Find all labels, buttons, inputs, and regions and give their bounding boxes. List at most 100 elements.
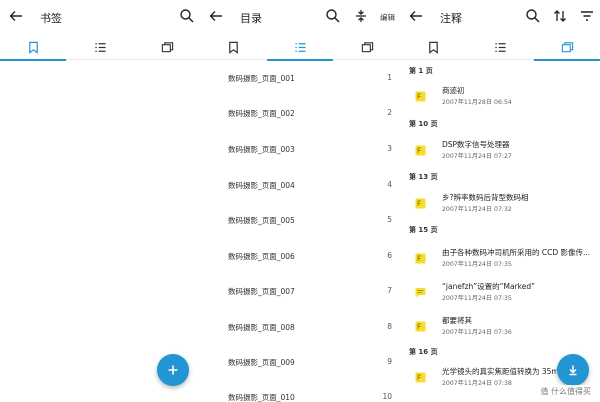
annotation-date: 2007年11月24日 07:27 (442, 153, 512, 160)
tab-bookmarks[interactable] (200, 34, 266, 60)
highlight-icon (415, 145, 426, 156)
toc-item-page: 7 (387, 286, 392, 295)
plus-icon (168, 365, 178, 375)
toc-item-label: 数码摄影_页面_009 (228, 358, 295, 367)
search-icon[interactable] (525, 8, 541, 24)
toc-item[interactable]: 数码摄影_页面_002 2 (228, 105, 392, 121)
bookmark-icon (228, 41, 238, 54)
add-bookmark-button[interactable] (157, 354, 189, 386)
bookmarks-panel: 书签 (0, 0, 200, 402)
annotation-text: 由子各种数码冲司机所采用的 CCD 影像传... (442, 248, 591, 257)
edit-button[interactable]: 编辑 (380, 12, 395, 23)
annotation-date: 2007年11月24日 07:32 (442, 206, 512, 213)
toc-panel: 目录 编辑 数码摄影_页面_001 1 数码摄影_页面_002 2 数码摄影_页面_… (200, 0, 400, 402)
sort-icon[interactable] (552, 8, 568, 24)
list-icon (294, 42, 306, 52)
toc-item-page: 5 (387, 215, 392, 224)
toc-item-page: 3 (387, 144, 392, 153)
list-icon (94, 42, 106, 52)
bookmark-icon (428, 41, 438, 54)
highlight-icon (415, 198, 426, 209)
toc-item-label: 数码摄影_页面_010 (228, 393, 295, 402)
tab-toc[interactable] (67, 34, 133, 60)
tab-bookmarks[interactable] (400, 34, 466, 60)
tab-annotations[interactable] (334, 34, 400, 60)
bookmarks-toolbar: 书签 (0, 0, 200, 34)
annotation-item[interactable]: 由子各种数码冲司机所采用的 CCD 影像传... 2007年11月24日 07:… (400, 245, 600, 273)
annotation-text: 都要将其 (442, 316, 472, 325)
highlight-icon (415, 91, 426, 102)
annotation-item[interactable]: 都要将其 2007年11月24日 07:36 (400, 313, 600, 341)
annotation-date: 2007年11月24日 07:35 (442, 261, 512, 268)
filter-icon[interactable] (579, 8, 595, 24)
annotation-item[interactable]: 商迹初 2007年11月28日 06:54 (400, 83, 600, 111)
toc-item-label: 数码摄影_页面_005 (228, 216, 295, 225)
toc-item-label: 数码摄影_页面_001 (228, 74, 295, 83)
tab-toc[interactable] (267, 34, 333, 61)
annotation-item[interactable]: “janefzh”设置的“Marked” 2007年11月24日 07:35 (400, 279, 600, 307)
arrow-left-icon[interactable] (408, 8, 424, 24)
page-group-header: 第 1 页 (409, 67, 433, 75)
annotation-date: 2007年11月24日 07:36 (442, 329, 512, 336)
panel-tabs (0, 34, 200, 61)
toc-item-page: 1 (387, 73, 392, 82)
highlight-icon (415, 321, 426, 332)
tab-annotations[interactable] (134, 34, 200, 60)
toc-item-label: 数码摄影_页面_004 (228, 181, 295, 190)
tab-bookmarks[interactable] (0, 34, 66, 61)
toc-item[interactable]: 数码摄影_页面_008 8 (228, 319, 392, 335)
page-group-header: 第 15 页 (409, 226, 438, 234)
toc-item[interactable]: 数码摄影_页面_010 10 (228, 389, 392, 402)
tab-annotations[interactable] (534, 34, 600, 61)
panel-tabs (200, 34, 400, 61)
arrow-left-icon[interactable] (208, 8, 224, 24)
page-group-header: 第 13 页 (409, 173, 438, 181)
toc-item[interactable]: 数码摄影_页面_009 9 (228, 354, 392, 370)
annotations-icon (361, 41, 373, 52)
comment-icon (415, 288, 426, 298)
toc-item-page: 6 (387, 251, 392, 260)
toc-item-page: 9 (387, 357, 392, 366)
annotation-item[interactable]: DSP数字信号处理器 2007年11月24日 07:27 (400, 137, 600, 165)
toc-item-label: 数码摄影_页面_006 (228, 252, 295, 261)
toc-item[interactable]: 数码摄影_页面_001 1 (228, 70, 392, 86)
toc-item-label: 数码摄影_页面_007 (228, 287, 295, 296)
annotation-date: 2007年11月28日 06:54 (442, 99, 512, 106)
annotation-text: “janefzh”设置的“Marked” (442, 282, 536, 291)
toc-item-page: 2 (387, 108, 392, 117)
toc-item-label: 数码摄影_页面_003 (228, 145, 295, 154)
search-icon[interactable] (179, 8, 195, 24)
panel-tabs (400, 34, 600, 61)
tab-toc[interactable] (467, 34, 533, 60)
arrow-left-icon[interactable] (8, 8, 24, 24)
annotation-text: 乡?辨率数码后背型数码相 (442, 193, 529, 202)
annotations-icon (161, 41, 173, 52)
toc-item[interactable]: 数码摄影_页面_004 4 (228, 177, 392, 193)
search-icon[interactable] (325, 8, 341, 24)
toc-item-label: 数码摄影_页面_002 (228, 109, 295, 118)
bookmark-icon (28, 41, 38, 54)
toc-item[interactable]: 数码摄影_页面_006 6 (228, 248, 392, 264)
collapse-expand-icon[interactable] (353, 8, 369, 24)
annotation-item[interactable]: 乡?辨率数码后背型数码相 2007年11月24日 07:32 (400, 190, 600, 218)
toc-toolbar: 目录 编辑 (200, 0, 400, 34)
annotation-date: 2007年11月24日 07:35 (442, 295, 512, 302)
toc-item[interactable]: 数码摄影_页面_007 7 (228, 283, 392, 299)
annotations-icon (561, 41, 573, 52)
toc-item-label: 数码摄影_页面_008 (228, 323, 295, 332)
toc-item-page: 4 (387, 180, 392, 189)
highlight-icon (415, 372, 426, 383)
page-title: 书签 (40, 12, 62, 25)
toc-item[interactable]: 数码摄影_页面_005 5 (228, 212, 392, 228)
page-group-header: 第 10 页 (409, 120, 438, 128)
annotations-panel: 注释 第 1 页 商迹初 2007年11月28日 06:54 第 10 页 DS… (400, 0, 600, 402)
annotations-toolbar: 注释 (400, 0, 600, 34)
list-icon (494, 42, 506, 52)
annotation-date: 2007年11月24日 07:38 (442, 380, 512, 387)
annotation-text: DSP数字信号处理器 (442, 140, 510, 149)
export-annotations-button[interactable] (557, 354, 589, 386)
page-group-header: 第 16 页 (409, 348, 438, 356)
download-icon (569, 365, 577, 376)
page-title: 注释 (440, 12, 462, 25)
toc-item[interactable]: 数码摄影_页面_003 3 (228, 141, 392, 157)
